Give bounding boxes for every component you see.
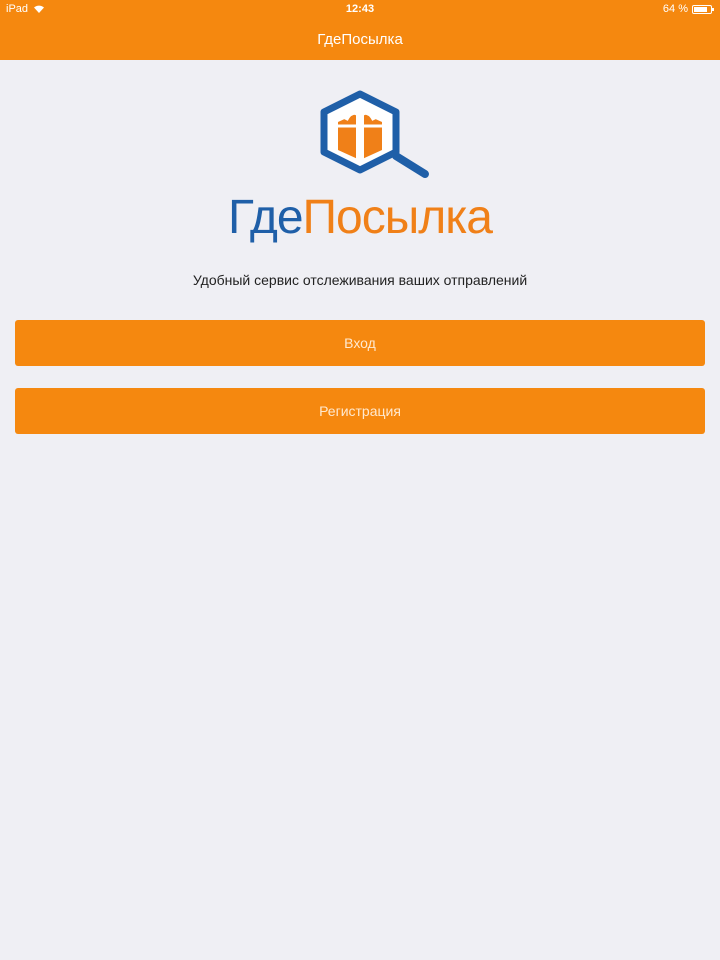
logo-text-part1: Где xyxy=(228,191,303,244)
register-button[interactable]: Регистрация xyxy=(15,388,705,434)
logo-wordmark: ГдеПосылка xyxy=(0,190,720,245)
status-time: 12:43 xyxy=(345,3,375,15)
status-right: 64 % xyxy=(662,3,714,15)
battery-icon xyxy=(692,4,714,14)
parcel-search-logo-icon xyxy=(320,90,429,178)
nav-bar: ГдеПосылка xyxy=(0,20,720,60)
logo-text-part2: Посылка xyxy=(302,191,493,244)
tagline: Удобный сервис отслеживания ваших отправ… xyxy=(192,272,528,288)
battery-percent: 64 % xyxy=(662,3,688,15)
login-button[interactable]: Вход xyxy=(15,320,705,366)
nav-title: ГдеПосылка xyxy=(317,31,403,48)
status-bar: iPad 12:43 64 % xyxy=(0,0,720,20)
